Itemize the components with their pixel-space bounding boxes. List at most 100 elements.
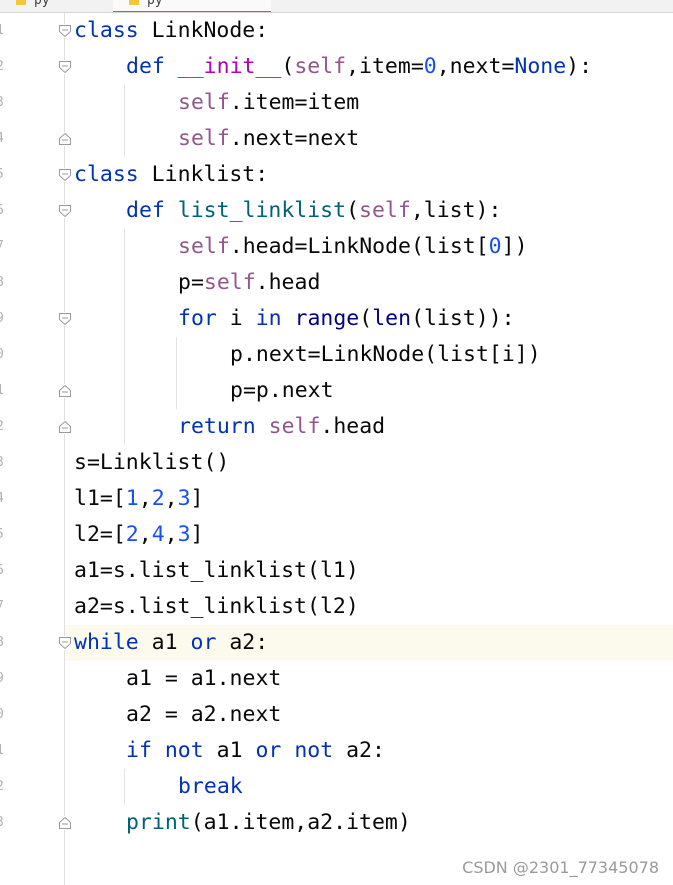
code-text: ,item= [346, 54, 424, 79]
fold-end-icon[interactable] [58, 420, 72, 434]
python-file-icon [129, 0, 139, 5]
code-line-19[interactable]: a1 = a1.next [126, 661, 281, 697]
code-line-3[interactable]: self.item=item [178, 85, 359, 121]
self-keyword: self [268, 414, 321, 439]
code-line-14[interactable]: l1=[1,2,3] [74, 481, 204, 517]
code-line-17[interactable]: a2=s.list_linklist(l2) [74, 589, 359, 625]
code-text: a2: [333, 738, 385, 763]
code-text: s=Linklist() [74, 450, 230, 475]
code-text: .head [255, 270, 321, 295]
editor-tab-active[interactable]: py [113, 0, 271, 12]
line-number: 7 [0, 589, 6, 625]
code-text: .item=item [229, 90, 360, 115]
code-line-21[interactable]: if not a1 or not a2: [126, 733, 385, 769]
fold-open-icon[interactable] [58, 636, 72, 650]
code-line-6[interactable]: def list_linklist(self,list): [126, 193, 501, 229]
number-literal: 3 [177, 486, 191, 511]
number-literal: 1 [125, 486, 139, 511]
fold-open-icon[interactable] [58, 60, 72, 74]
code-text: a1 [138, 630, 191, 655]
code-line-23[interactable]: print(a1.item,a2.item) [126, 805, 411, 841]
python-file-icon [16, 0, 26, 5]
code-text: a1=s.list_linklist(l1) [74, 558, 359, 583]
code-text: a1 [203, 738, 256, 763]
builtin-function: len [372, 306, 412, 331]
self-keyword: self [359, 198, 411, 223]
dunder-method: __init__ [177, 54, 282, 79]
fold-end-icon[interactable] [58, 384, 72, 398]
code-line-1[interactable]: class LinkNode: [74, 13, 268, 49]
line-number-gutter[interactable]: 1 2 3 4 5 6 7 8 9 0 1 2 3 4 5 6 7 8 9 0 … [0, 13, 64, 885]
number-literal: 3 [177, 522, 191, 547]
code-text: ( [359, 306, 373, 331]
line-number: 1 [0, 373, 6, 409]
number-literal: 0 [488, 234, 502, 259]
fold-end-icon[interactable] [58, 816, 72, 830]
line-number: 3 [0, 85, 6, 121]
fold-open-icon[interactable] [58, 168, 72, 182]
code-line-16[interactable]: a1=s.list_linklist(l1) [74, 553, 359, 589]
code-line-7[interactable]: self.head=LinkNode(list[0]) [178, 229, 528, 265]
code-line-10[interactable]: p.next=LinkNode(list[i]) [230, 337, 541, 373]
keyword: in [255, 306, 282, 331]
line-number: 8 [0, 625, 6, 661]
line-number: 9 [0, 661, 6, 697]
editor-tab-bar: py py [0, 0, 673, 13]
code-text: ,next= [436, 54, 515, 79]
line-number: 8 [0, 265, 6, 301]
keyword: or [190, 630, 217, 655]
editor-tab[interactable]: py [0, 0, 110, 11]
keyword: if [126, 738, 152, 763]
code-line-13[interactable]: s=Linklist() [74, 445, 229, 481]
keyword: def [126, 198, 165, 223]
code-line-18[interactable]: while a1 or a2: [74, 625, 268, 661]
code-text: (a1.item,a2.item) [190, 810, 411, 835]
code-line-20[interactable]: a2 = a2.next [126, 697, 281, 733]
self-keyword: self [178, 90, 230, 115]
code-line-22[interactable]: break [178, 769, 243, 805]
fold-open-icon[interactable] [58, 204, 72, 218]
code-editor[interactable]: class LinkNode: def __init__(self,item=0… [65, 13, 673, 885]
indent-guide [124, 229, 125, 445]
code-text: p= [178, 270, 204, 295]
fold-open-icon[interactable] [58, 24, 72, 38]
tab-label: py [34, 0, 50, 8]
keyword: or [255, 738, 282, 763]
fold-open-icon[interactable] [58, 312, 72, 326]
code-text: .head=LinkNode(list[ [229, 234, 489, 259]
keyword: not [164, 738, 204, 763]
line-number: 5 [0, 517, 6, 553]
code-text: , [138, 486, 152, 511]
code-line-11[interactable]: p=p.next [230, 373, 334, 409]
line-number: 2 [0, 49, 6, 85]
indent-guide [176, 337, 177, 409]
line-number: 1 [0, 13, 6, 49]
keyword: for [178, 306, 217, 331]
code-text: l2=[ [74, 522, 126, 547]
line-number: 4 [0, 121, 6, 157]
code-line-9[interactable]: for i in range(len(list)): [178, 301, 515, 337]
code-text: a2: [216, 630, 269, 655]
keyword: class [74, 162, 139, 187]
line-number: 3 [0, 805, 6, 841]
code-text: ] [190, 486, 204, 511]
code-line-8[interactable]: p=self.head [178, 265, 320, 301]
line-number: 3 [0, 445, 6, 481]
code-text: , [138, 522, 152, 547]
code-text: (list)): [411, 306, 515, 331]
fold-end-icon[interactable] [58, 132, 72, 146]
keyword: None [514, 54, 567, 79]
indent-guide [124, 85, 125, 157]
code-line-5[interactable]: class Linklist: [74, 157, 268, 193]
code-text: i [216, 306, 256, 331]
code-line-2[interactable]: def __init__(self,item=0,next=None): [126, 49, 592, 85]
code-line-12[interactable]: return self.head [178, 409, 385, 445]
code-line-15[interactable]: l2=[2,4,3] [74, 517, 204, 553]
code-text: Linklist: [138, 162, 269, 187]
code-line-4[interactable]: self.next=next [178, 121, 359, 157]
self-keyword: self [294, 54, 347, 79]
code-text: ] [190, 522, 204, 547]
code-text: ( [281, 54, 295, 79]
